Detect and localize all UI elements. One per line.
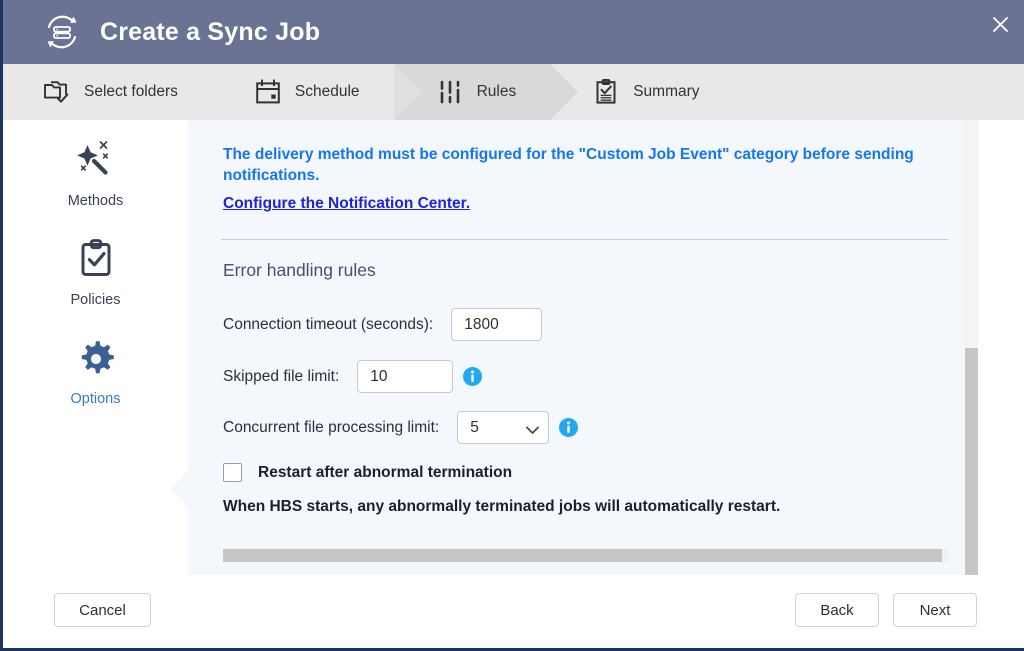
- skipped-file-limit-input[interactable]: [357, 360, 454, 393]
- gear-icon: [3, 336, 188, 382]
- clipboard-check-icon: [3, 237, 188, 283]
- info-icon[interactable]: [559, 418, 579, 437]
- connection-timeout-input[interactable]: [451, 308, 543, 341]
- step-label: Select folders: [84, 83, 178, 100]
- wizard-steps: Select folders Schedule Rules Summary: [3, 64, 1024, 120]
- back-button[interactable]: Back: [795, 593, 879, 627]
- section-title-error-handling: Error handling rules: [223, 260, 376, 280]
- info-icon[interactable]: [463, 367, 483, 386]
- options-sidebar: Methods Policies Options: [3, 120, 188, 575]
- step-schedule[interactable]: Schedule: [212, 64, 422, 120]
- active-section-pointer: [171, 469, 189, 509]
- notice-message: The delivery method must be configured f…: [223, 146, 914, 184]
- field-skipped-file-limit: Skipped file limit:: [223, 360, 483, 393]
- sliders-icon: [436, 78, 464, 106]
- close-icon[interactable]: [983, 8, 1017, 40]
- step-label: Summary: [633, 83, 700, 100]
- notification-notice: The delivery method must be configured f…: [223, 144, 938, 213]
- vertical-scrollbar-thumb[interactable]: [965, 348, 978, 575]
- sidebar-item-options[interactable]: Options: [3, 336, 188, 407]
- horizontal-scrollbar-thumb[interactable]: [223, 549, 942, 562]
- restart-after-abnormal-termination-checkbox[interactable]: [223, 463, 242, 482]
- field-connection-timeout: Connection timeout (seconds):: [223, 308, 543, 341]
- sidebar-item-label: Policies: [70, 292, 121, 308]
- step-select-folders[interactable]: Select folders: [3, 64, 212, 120]
- section-divider: [221, 239, 948, 240]
- vertical-scrollbar[interactable]: [965, 120, 978, 575]
- restart-after-abnormal-termination-row: Restart after abnormal termination: [223, 463, 512, 482]
- configure-notification-center-link[interactable]: Configure the Notification Center.: [223, 195, 470, 213]
- folders-check-icon: [43, 78, 71, 106]
- field-concurrent-processing-limit: Concurrent file processing limit: 123456…: [223, 411, 579, 444]
- field-label: Skipped file limit:: [223, 367, 340, 385]
- magic-wand-icon: [3, 138, 188, 184]
- dialog-body: Methods Policies Options The delivery me…: [3, 120, 1024, 575]
- checkbox-label: Restart after abnormal termination: [258, 463, 513, 481]
- sidebar-item-methods[interactable]: Methods: [3, 138, 188, 209]
- restart-help-text: When HBS starts, any abnormally terminat…: [223, 498, 781, 515]
- cancel-button[interactable]: Cancel: [54, 593, 151, 627]
- create-sync-job-dialog: Create a Sync Job Select folders Schedul…: [0, 0, 1024, 651]
- dialog-title: Create a Sync Job: [100, 17, 321, 46]
- step-label: Rules: [476, 83, 517, 100]
- field-label: Connection timeout (seconds):: [223, 315, 434, 333]
- step-label: Schedule: [294, 83, 360, 100]
- dialog-titlebar: Create a Sync Job: [3, 0, 1024, 64]
- clipboard-check-icon: [592, 78, 620, 106]
- calendar-icon: [254, 78, 282, 106]
- horizontal-scrollbar[interactable]: [223, 549, 948, 562]
- sidebar-item-label: Options: [70, 391, 121, 407]
- field-label: Concurrent file processing limit:: [223, 418, 440, 436]
- options-content-panel: The delivery method must be configured f…: [188, 120, 978, 575]
- sync-server-icon: [40, 10, 84, 54]
- concurrent-processing-limit-select[interactable]: 12345678910: [457, 411, 550, 444]
- sidebar-item-policies[interactable]: Policies: [3, 237, 188, 308]
- next-button[interactable]: Next: [893, 593, 977, 627]
- dialog-footer: Cancel Back Next: [3, 575, 1024, 648]
- sidebar-item-label: Methods: [67, 193, 124, 209]
